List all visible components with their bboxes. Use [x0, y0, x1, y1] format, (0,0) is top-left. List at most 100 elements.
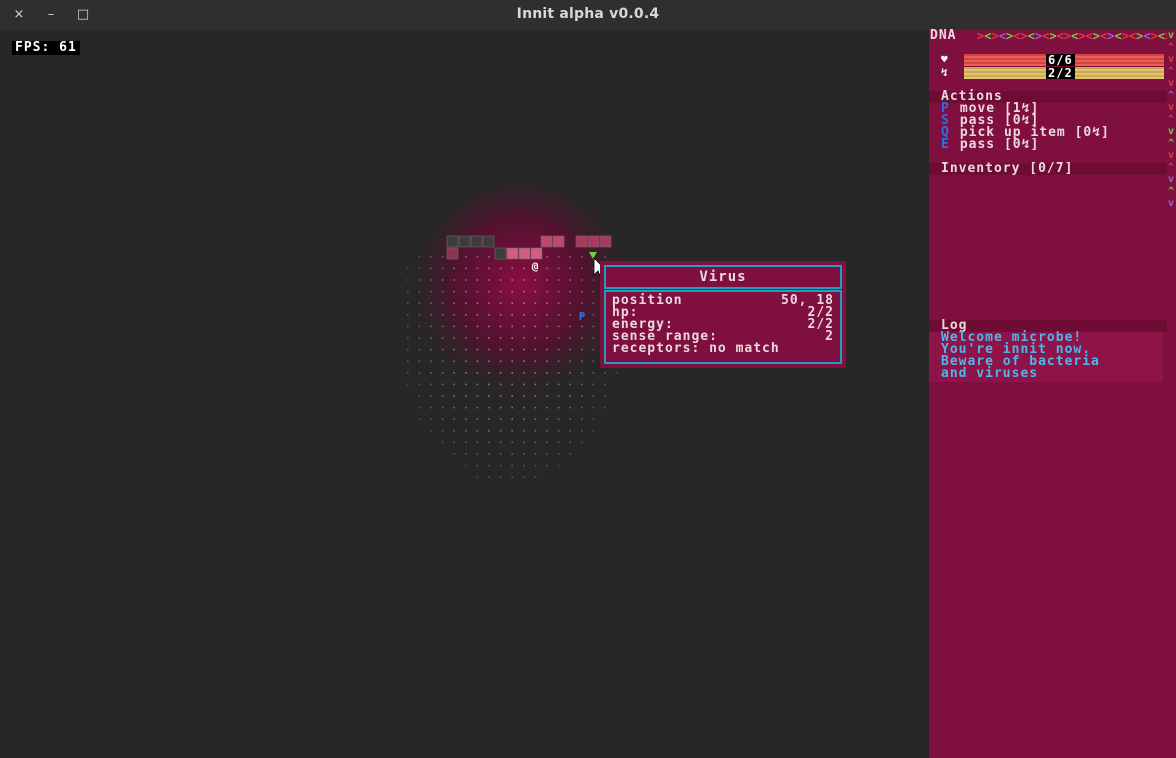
cell-dot [453, 372, 455, 374]
cell-dot [499, 314, 502, 316]
cell-dot [476, 360, 479, 362]
cell-dot [534, 279, 537, 281]
dna-glyph: < [1027, 30, 1035, 43]
cell-dot [581, 372, 583, 374]
tooltip-row-position: position 50, 18 [612, 293, 834, 308]
cell-dot [441, 383, 444, 386]
hp-value: 6/6 [1046, 53, 1075, 67]
cell-dot [511, 279, 513, 281]
cell-dot [604, 406, 606, 409]
cell-dot [511, 464, 513, 467]
cell-dot [511, 314, 513, 316]
cell-dot [511, 383, 513, 386]
cell-dot [546, 337, 548, 339]
cell-dot [476, 290, 479, 293]
membrane-wall [552, 235, 565, 248]
cell-dot [465, 314, 467, 316]
heart-icon: ♥ [941, 53, 949, 66]
cell-dot [430, 406, 432, 409]
cell-dot [488, 279, 490, 281]
cell-dot [546, 290, 548, 293]
energy-value: 2/2 [1046, 66, 1075, 80]
cell-dot [453, 267, 455, 270]
cell-dot [441, 348, 444, 351]
cell-dot [418, 395, 421, 397]
cell-dot [453, 453, 455, 455]
cell-dot [430, 302, 432, 304]
dna-glyph: < [1085, 30, 1093, 43]
cell-dot [546, 406, 548, 409]
cell-dot [534, 430, 537, 432]
cell-dot [453, 314, 455, 316]
cell-dot [453, 441, 455, 444]
cell-dot [407, 302, 409, 304]
log-panel: Welcome microbe! You're innit now. Bewar… [929, 331, 1163, 382]
dna-glyph: > [1092, 30, 1100, 43]
dna-glyph: ^ [1167, 114, 1176, 125]
cell-dot [592, 290, 595, 293]
cell-dot [476, 256, 479, 258]
cell-dot [546, 372, 548, 374]
cell-dot [534, 395, 537, 397]
membrane-wall [587, 235, 600, 248]
cell-dot [581, 267, 583, 270]
cell-dot [488, 290, 490, 293]
cell-dot [569, 453, 571, 455]
cell-dot [546, 279, 548, 281]
cell-dot [523, 464, 525, 467]
cell-dot [453, 348, 455, 351]
action-item-pass-2[interactable]: Epass [0↯] [941, 138, 1039, 151]
cell-dot [569, 290, 571, 293]
dna-glyph: v [1167, 78, 1176, 89]
cell-dot [465, 325, 467, 328]
cell-dot [476, 337, 479, 339]
cell-dot [592, 372, 595, 374]
cell-dot [441, 279, 444, 281]
cell-dot [499, 476, 502, 478]
game-map[interactable]: @P [0, 30, 929, 758]
cell-dot [546, 453, 548, 455]
cell-dot [534, 441, 537, 444]
cell-dot [430, 360, 432, 362]
cell-dot [476, 302, 479, 304]
window-titlebar: × – □ Innit alpha v0.0.4 [0, 0, 1176, 30]
cell-dot [534, 325, 537, 328]
cell-dot [430, 395, 432, 397]
cell-dot [569, 348, 571, 351]
dna-glyph: ^ [1167, 90, 1176, 101]
cell-dot [569, 372, 571, 374]
cell-dot [592, 348, 595, 351]
cell-dot [546, 302, 548, 304]
cell-dot [476, 372, 479, 374]
dna-glyph: v [1167, 102, 1176, 113]
cell-dot [581, 406, 583, 409]
cell-dot [441, 290, 444, 293]
cell-dot [499, 441, 502, 444]
cell-dot [499, 430, 502, 432]
cell-dot [569, 441, 571, 444]
cell-dot [546, 430, 548, 432]
cell-dot [476, 406, 479, 409]
cell-dot [546, 360, 548, 362]
cell-dot [488, 406, 490, 409]
cell-dot [465, 383, 467, 386]
cell-dot [465, 395, 467, 397]
cell-dot [569, 383, 571, 386]
cell-dot [441, 325, 444, 328]
cell-dot [488, 256, 490, 258]
cell-dot [465, 360, 467, 362]
entity-tooltip: Virus position 50, 18 hp: 2/2 energy: 2/2 s… [600, 261, 846, 368]
cell-dot [523, 383, 525, 386]
game-viewport[interactable]: @ P FPS: 61 Virus position 50, 18 hp: 2/2 e… [0, 30, 929, 758]
cell-dot [465, 372, 467, 374]
cell-dot [569, 256, 571, 258]
cell-dot [592, 337, 595, 339]
cell-dot [534, 476, 537, 478]
energy-bar: 2/2 [964, 67, 1164, 79]
membrane-wall [446, 235, 459, 248]
cell-dot [430, 325, 432, 328]
cell-dot [418, 348, 421, 351]
fps-counter: FPS: 61 [12, 41, 80, 55]
cell-dot [430, 430, 432, 432]
cell-dot [569, 314, 571, 316]
